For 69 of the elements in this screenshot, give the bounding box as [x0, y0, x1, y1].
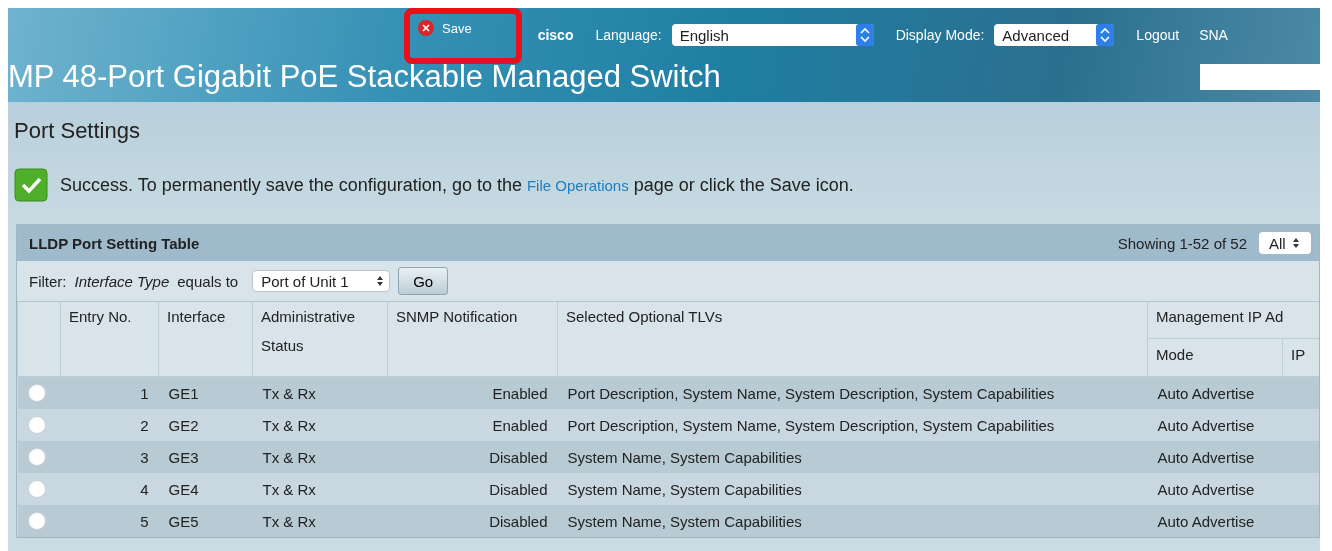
table-cell: Auto Advertise — [1147, 473, 1283, 505]
column-header: Management IP Ad — [1147, 302, 1319, 339]
language-select[interactable]: English — [671, 24, 874, 46]
table-cell: Disabled — [387, 505, 558, 537]
table-cell: 3 — [60, 441, 159, 473]
table-cell: Auto Advertise — [1147, 409, 1283, 441]
table-cell: 5 — [60, 505, 159, 537]
table-cell: Disabled — [387, 441, 558, 473]
filter-operator: equals to — [177, 272, 239, 290]
table-cell: Auto Advertise — [1147, 505, 1283, 537]
updown-arrow-icon — [376, 275, 385, 287]
row-radio[interactable] — [27, 512, 46, 530]
row-radio[interactable] — [27, 480, 46, 498]
column-header: Selected Optional TLVs — [557, 302, 1148, 377]
brand-logo: cisco — [537, 27, 574, 43]
success-check-icon — [14, 168, 48, 202]
go-button[interactable]: Go — [398, 267, 449, 295]
table-cell: Enabled — [387, 376, 558, 409]
column-header: IP — [1282, 338, 1319, 377]
error-icon — [418, 20, 434, 36]
page-size-select[interactable]: All — [1259, 232, 1311, 254]
stepper-icon — [1096, 24, 1115, 46]
language-label: Language: — [595, 27, 662, 43]
table-cell: Port Description, System Name, System Description, System Capabilities — [557, 409, 1148, 441]
row-radio[interactable] — [27, 416, 46, 434]
page-title: Port Settings — [14, 118, 141, 144]
filter-select[interactable]: Port of Unit 1 — [252, 270, 391, 292]
table-cell: Port Description, System Name, System Description, System Capabilities — [557, 376, 1148, 409]
row-radio[interactable] — [27, 384, 46, 402]
row-radio[interactable] — [27, 448, 46, 466]
table-cell: GE3 — [158, 441, 253, 473]
table-cell: 1 — [60, 376, 159, 409]
success-message: Success. To permanently save the configuration, go to the File Operations page or click the Save icon. — [60, 174, 854, 196]
table-cell: Tx & Rx — [252, 441, 388, 473]
search-field[interactable] — [1200, 64, 1320, 90]
column-header: Entry No. — [60, 302, 159, 377]
column-header: Mode — [1147, 338, 1283, 377]
table-cell: Tx & Rx — [252, 409, 388, 441]
table-cell: GE1 — [158, 376, 253, 409]
column-header: Interface — [158, 302, 253, 377]
save-button[interactable]: Save — [414, 20, 476, 36]
table-cell: Tx & Rx — [252, 473, 388, 505]
table-title: LLDP Port Setting Table — [29, 234, 200, 252]
table-cell: GE5 — [158, 505, 253, 537]
display-mode-label: Display Mode: — [895, 27, 985, 43]
table-cell: Tx & Rx — [252, 376, 388, 409]
showing-count: Showing 1-52 of 52 — [1117, 234, 1247, 252]
table-cell: Disabled — [387, 473, 558, 505]
table-cell: System Name, System Capabilities — [557, 505, 1148, 537]
table-cell: System Name, System Capabilities — [557, 473, 1148, 505]
stepper-icon — [855, 24, 874, 46]
filter-field-name: Interface Type — [74, 272, 170, 290]
header-link[interactable]: SNA — [1199, 27, 1228, 43]
logout-link[interactable]: Logout — [1136, 27, 1180, 43]
updown-arrow-icon — [1292, 237, 1300, 249]
table-cell: Auto Advertise — [1147, 376, 1283, 409]
product-title: MP 48-Port Gigabit PoE Stackable Managed Switch — [8, 59, 721, 95]
table-cell: System Name, System Capabilities — [557, 441, 1148, 473]
table-cell: 2 — [60, 409, 159, 441]
filter-label: Filter: — [29, 272, 67, 290]
column-header: SNMP Notification — [387, 302, 558, 377]
display-mode-select[interactable]: Advanced — [994, 24, 1115, 46]
table-cell: Enabled — [387, 409, 558, 441]
table-cell: Tx & Rx — [252, 505, 388, 537]
table-cell: GE2 — [158, 409, 253, 441]
table-cell: 4 — [60, 473, 159, 505]
column-header: Administrative Status — [252, 302, 388, 377]
table-cell: Auto Advertise — [1147, 441, 1283, 473]
table-cell: GE4 — [158, 473, 253, 505]
